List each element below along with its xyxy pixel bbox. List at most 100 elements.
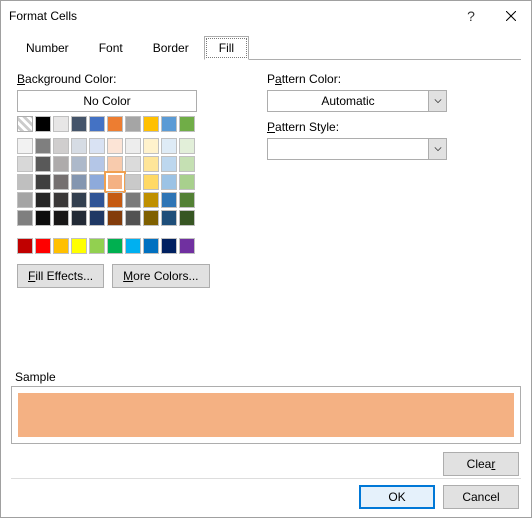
- background-color-section: Background Color: No Color Fill Effects.…: [17, 72, 227, 358]
- tab-font[interactable]: Font: [84, 36, 138, 60]
- color-swatch[interactable]: [143, 238, 159, 254]
- color-swatch[interactable]: [35, 210, 51, 226]
- color-swatch[interactable]: [161, 238, 177, 254]
- color-swatch[interactable]: [53, 156, 69, 172]
- sample-section: Sample: [11, 364, 521, 444]
- color-swatch[interactable]: [179, 116, 195, 132]
- color-swatch[interactable]: [71, 192, 87, 208]
- color-swatch[interactable]: [143, 156, 159, 172]
- pattern-color-value: Automatic: [268, 94, 428, 108]
- more-colors-button[interactable]: More Colors...: [112, 264, 209, 288]
- color-swatch[interactable]: [107, 138, 123, 154]
- color-swatch[interactable]: [179, 156, 195, 172]
- color-swatch[interactable]: [125, 192, 141, 208]
- sample-label: Sample: [15, 370, 521, 384]
- color-swatch[interactable]: [89, 210, 105, 226]
- tab-content: Background Color: No Color Fill Effects.…: [11, 60, 521, 364]
- color-swatch[interactable]: [107, 116, 123, 132]
- theme-colors-row: [17, 116, 227, 132]
- help-button[interactable]: ?: [451, 1, 491, 31]
- color-swatch[interactable]: [71, 174, 87, 190]
- color-swatch[interactable]: [35, 174, 51, 190]
- pattern-style-label: Pattern Style:: [267, 120, 515, 134]
- color-swatch[interactable]: [53, 116, 69, 132]
- standard-colors-row: [17, 238, 227, 254]
- color-swatch[interactable]: [143, 192, 159, 208]
- color-swatch[interactable]: [89, 138, 105, 154]
- footer: OK Cancel: [11, 478, 521, 509]
- titlebar: Format Cells ?: [1, 1, 531, 31]
- color-swatch[interactable]: [35, 238, 51, 254]
- color-swatch[interactable]: [17, 192, 33, 208]
- color-swatch[interactable]: [53, 192, 69, 208]
- no-color-button[interactable]: No Color: [17, 90, 197, 112]
- color-swatch[interactable]: [107, 210, 123, 226]
- color-swatch[interactable]: [179, 138, 195, 154]
- color-swatch[interactable]: [143, 174, 159, 190]
- color-swatch[interactable]: [17, 156, 33, 172]
- color-swatch[interactable]: [125, 116, 141, 132]
- tab-fill[interactable]: Fill: [204, 36, 249, 60]
- color-swatch[interactable]: [17, 116, 33, 132]
- chevron-down-icon: [428, 139, 446, 159]
- color-swatch[interactable]: [35, 156, 51, 172]
- color-swatch[interactable]: [125, 174, 141, 190]
- color-swatch[interactable]: [179, 174, 195, 190]
- color-swatch[interactable]: [179, 210, 195, 226]
- color-swatch[interactable]: [125, 210, 141, 226]
- color-swatch[interactable]: [161, 174, 177, 190]
- fill-effects-button[interactable]: Fill Effects...: [17, 264, 104, 288]
- color-swatch[interactable]: [71, 138, 87, 154]
- color-swatch[interactable]: [89, 156, 105, 172]
- color-swatch[interactable]: [35, 192, 51, 208]
- color-swatch[interactable]: [143, 138, 159, 154]
- clear-button[interactable]: Clear: [443, 452, 519, 476]
- ok-button[interactable]: OK: [359, 485, 435, 509]
- pattern-style-dropdown[interactable]: [267, 138, 447, 160]
- color-swatch[interactable]: [107, 174, 123, 190]
- color-swatch[interactable]: [53, 210, 69, 226]
- color-swatch[interactable]: [89, 116, 105, 132]
- color-swatch[interactable]: [17, 238, 33, 254]
- color-swatch[interactable]: [89, 174, 105, 190]
- color-swatch[interactable]: [125, 138, 141, 154]
- color-swatch[interactable]: [71, 238, 87, 254]
- theme-shades-grid: [17, 138, 227, 226]
- color-swatch[interactable]: [35, 138, 51, 154]
- tab-border[interactable]: Border: [138, 36, 204, 60]
- color-swatch[interactable]: [125, 238, 141, 254]
- color-swatch[interactable]: [89, 192, 105, 208]
- color-swatch[interactable]: [161, 138, 177, 154]
- color-swatch[interactable]: [161, 210, 177, 226]
- color-swatch[interactable]: [17, 138, 33, 154]
- dialog-body: Number Font Border Fill Background Color…: [1, 31, 531, 517]
- color-swatch[interactable]: [71, 210, 87, 226]
- tab-number[interactable]: Number: [11, 36, 84, 60]
- color-swatch[interactable]: [107, 192, 123, 208]
- color-swatch[interactable]: [143, 116, 159, 132]
- color-swatch[interactable]: [179, 238, 195, 254]
- color-swatch[interactable]: [143, 210, 159, 226]
- pattern-color-dropdown[interactable]: Automatic: [267, 90, 447, 112]
- color-swatch[interactable]: [53, 238, 69, 254]
- color-swatch[interactable]: [71, 156, 87, 172]
- cancel-button[interactable]: Cancel: [443, 485, 519, 509]
- color-swatch[interactable]: [71, 116, 87, 132]
- color-swatch[interactable]: [161, 116, 177, 132]
- color-swatch[interactable]: [17, 210, 33, 226]
- color-swatch[interactable]: [179, 192, 195, 208]
- color-swatch[interactable]: [17, 174, 33, 190]
- close-button[interactable]: [491, 1, 531, 31]
- color-swatch[interactable]: [107, 156, 123, 172]
- color-swatch[interactable]: [161, 156, 177, 172]
- dialog-title: Format Cells: [9, 9, 451, 23]
- color-swatch[interactable]: [125, 156, 141, 172]
- pattern-color-label: Pattern Color:: [267, 72, 515, 86]
- color-swatch[interactable]: [107, 238, 123, 254]
- color-swatch[interactable]: [89, 238, 105, 254]
- color-swatch[interactable]: [53, 138, 69, 154]
- color-swatch[interactable]: [161, 192, 177, 208]
- color-swatch[interactable]: [53, 174, 69, 190]
- color-swatch[interactable]: [35, 116, 51, 132]
- tab-strip: Number Font Border Fill: [11, 35, 521, 60]
